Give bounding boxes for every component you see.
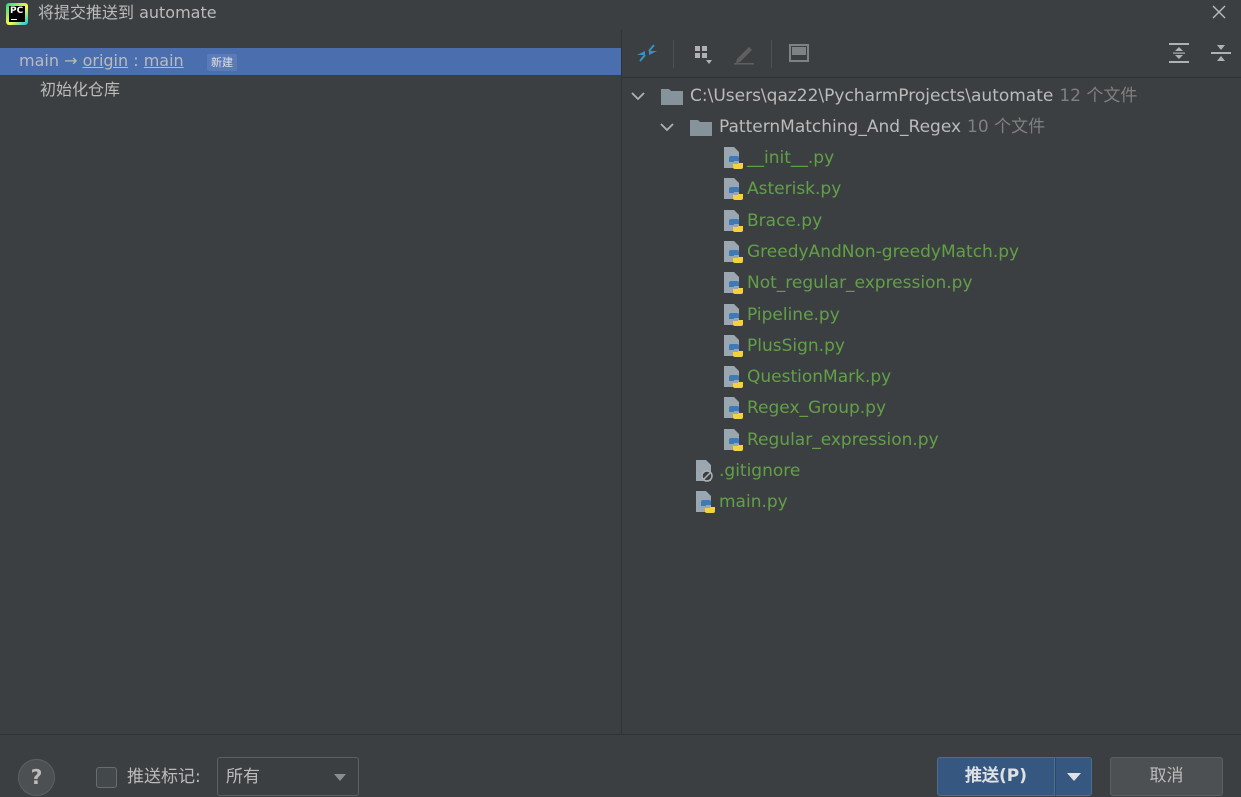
- cancel-button[interactable]: 取消: [1110, 757, 1223, 796]
- preview-icon[interactable]: [786, 40, 812, 66]
- tree-file[interactable]: __init__.py: [722, 144, 1182, 172]
- python-file-icon: [694, 488, 716, 516]
- diff-arrows-icon[interactable]: [634, 40, 660, 66]
- python-file-icon: [722, 394, 744, 422]
- python-file-icon: [722, 269, 744, 297]
- chevron-down-icon: [1067, 773, 1081, 781]
- python-file-icon: [722, 207, 744, 235]
- tree-file[interactable]: Regular_expression.py: [722, 426, 1182, 454]
- python-file-icon: [722, 144, 744, 172]
- root-path: C:\Users\qaz22\PycharmProjects\automate: [690, 86, 1054, 106]
- local-branch: main: [19, 51, 59, 70]
- changes-toolbar: [622, 30, 1241, 78]
- branch-row[interactable]: main → origin : main 新建: [0, 48, 621, 75]
- expand-all-icon[interactable]: [1166, 40, 1192, 66]
- push-dropdown-button[interactable]: [1055, 757, 1092, 796]
- python-file-icon: [722, 238, 744, 266]
- edit-source-icon[interactable]: [731, 40, 757, 66]
- tree-file[interactable]: Pipeline.py: [722, 301, 1182, 329]
- push-tags-checkbox[interactable]: [96, 767, 117, 788]
- file-name: .gitignore: [719, 461, 801, 481]
- new-badge: 新建: [207, 54, 237, 71]
- tags-select[interactable]: 所有: [217, 757, 359, 796]
- arrow-icon: →: [64, 51, 78, 70]
- file-name: Brace.py: [747, 210, 823, 231]
- window-title: 将提交推送到 automate: [38, 3, 217, 22]
- root-file-count: 12 个文件: [1059, 86, 1138, 106]
- tree-file[interactable]: QuestionMark.py: [722, 363, 1182, 391]
- chevron-down-icon[interactable]: [630, 82, 646, 110]
- file-name: Not_regular_expression.py: [747, 273, 973, 294]
- help-button[interactable]: ?: [18, 759, 55, 796]
- tags-select-value: 所有: [226, 767, 260, 787]
- chevron-down-icon[interactable]: [659, 113, 675, 141]
- close-icon[interactable]: [1211, 2, 1227, 22]
- tree-file[interactable]: Not_regular_expression.py: [722, 269, 1182, 297]
- file-name: Pipeline.py: [747, 304, 840, 325]
- tree-file[interactable]: Regex_Group.py: [722, 394, 1182, 422]
- tree-file[interactable]: Brace.py: [722, 207, 1182, 235]
- tree-root[interactable]: C:\Users\qaz22\PycharmProjects\automate 1…: [630, 82, 1230, 110]
- tree-file[interactable]: GreedyAndNon-greedyMatch.py: [722, 238, 1182, 266]
- ignored-file-icon: [694, 457, 716, 485]
- tree-file[interactable]: .gitignore: [694, 457, 1094, 485]
- push-tags-label: 推送标记:: [127, 767, 201, 787]
- tree-file[interactable]: PlusSign.py: [722, 332, 1182, 360]
- file-name: main.py: [719, 492, 788, 512]
- folder-name: PatternMatching_And_Regex: [719, 117, 962, 137]
- commit-item[interactable]: 初始化仓库: [40, 80, 120, 100]
- dialog-footer: ? 推送标记: 所有 推送(P) 取消: [0, 734, 1241, 797]
- python-file-icon: [722, 175, 744, 203]
- pycharm-icon: PC: [6, 3, 28, 25]
- python-file-icon: [722, 332, 744, 360]
- folder-file-count: 10 个文件: [967, 117, 1046, 137]
- group-by-icon[interactable]: [691, 40, 717, 66]
- changes-pane: C:\Users\qaz22\PycharmProjects\automate 1…: [622, 30, 1241, 734]
- tree-file[interactable]: Asterisk.py: [722, 175, 1182, 203]
- python-file-icon: [722, 301, 744, 329]
- tree-folder[interactable]: PatternMatching_And_Regex 10 个文件: [659, 113, 1219, 141]
- file-name: __init__.py: [747, 148, 835, 168]
- toolbar-separator: [771, 40, 772, 68]
- file-name: Regular_expression.py: [747, 429, 939, 450]
- file-name: GreedyAndNon-greedyMatch.py: [747, 241, 1020, 262]
- push-button[interactable]: 推送(P): [937, 757, 1055, 796]
- file-name: QuestionMark.py: [747, 367, 892, 388]
- python-file-icon: [722, 363, 744, 391]
- chevron-down-icon: [334, 774, 346, 781]
- remote-branch-link[interactable]: main: [144, 51, 184, 70]
- file-name: PlusSign.py: [747, 335, 845, 356]
- tree-file[interactable]: main.py: [694, 488, 1094, 516]
- file-name: Regex_Group.py: [747, 398, 887, 419]
- folder-icon: [689, 113, 713, 141]
- folder-icon: [660, 82, 684, 110]
- python-file-icon: [722, 426, 744, 454]
- file-name: Asterisk.py: [747, 179, 842, 200]
- collapse-all-icon[interactable]: [1208, 40, 1234, 66]
- commits-pane: main → origin : main 新建 初始化仓库: [0, 30, 621, 734]
- remote-link[interactable]: origin: [83, 51, 129, 70]
- branch-separator: :: [133, 51, 139, 70]
- title-bar: PC 将提交推送到 automate: [0, 0, 1241, 30]
- toolbar-separator: [673, 40, 674, 68]
